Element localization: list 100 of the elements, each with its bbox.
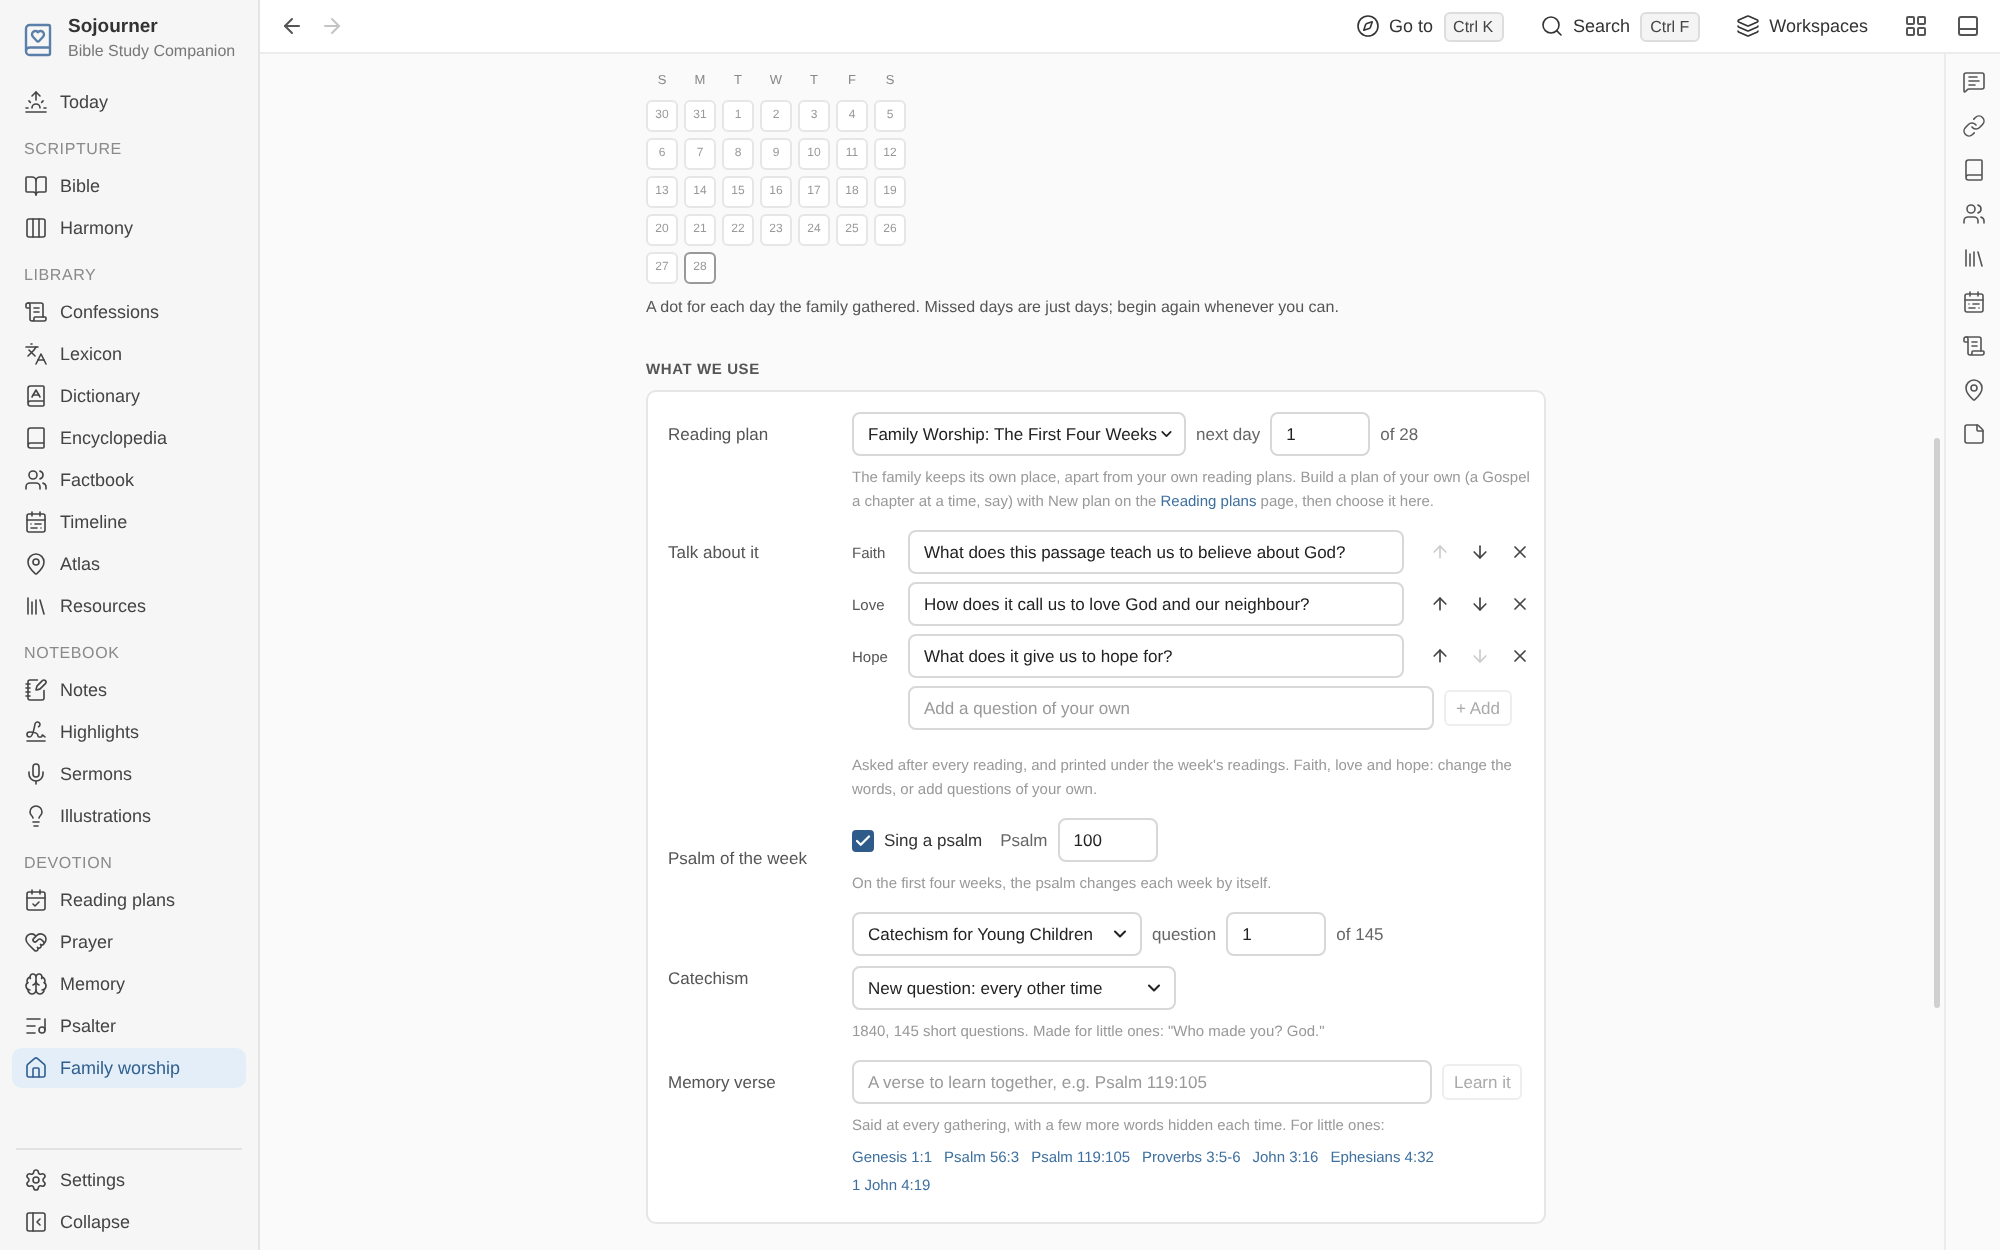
rail-button[interactable] — [1961, 70, 1985, 94]
sidebar-item[interactable]: Confessions — [12, 291, 246, 331]
field-label: question — [1152, 924, 1217, 944]
field-label: Psalm — [1000, 830, 1048, 850]
field-label: Catechism — [668, 968, 751, 988]
rail-button[interactable] — [1961, 334, 1985, 358]
brain-icon — [24, 971, 48, 995]
psalm-input[interactable]: 100 — [1057, 818, 1158, 862]
question-input[interactable]: What does this passage teach us to believe about God? — [908, 530, 1404, 574]
search-icon — [1539, 14, 1564, 38]
arrow-down-icon — [1469, 542, 1489, 562]
arrow-left-icon — [280, 14, 304, 38]
field-label: of 145 — [1336, 924, 1384, 944]
question-number-input[interactable]: 1 — [1226, 912, 1327, 956]
calendar-note: A dot for each day the family gathered. Missed days are just days; begin again whenever you can. — [646, 298, 1341, 316]
calendar-check-icon — [24, 887, 48, 911]
lightbulb-icon — [24, 803, 48, 827]
section-heading: NOTEBOOK — [22, 642, 122, 666]
question-input[interactable]: How does it call us to love God and our neighbour? — [908, 582, 1404, 626]
house-icon — [24, 1055, 48, 1079]
day-input[interactable]: 1 — [1270, 412, 1371, 456]
panel-button[interactable] — [1952, 10, 1984, 42]
new-question-input[interactable]: Add a question of your own — [908, 686, 1434, 730]
sidebar-item[interactable]: Harmony — [12, 207, 246, 247]
toolbar-button[interactable]: Go to Ctrl K — [1355, 11, 1504, 41]
section-heading: LIBRARY — [22, 264, 99, 288]
sidebar-item[interactable]: Encyclopedia — [12, 417, 246, 457]
catechism-select[interactable]: Catechism for Young Children — [852, 912, 1142, 956]
scroll-icon — [1961, 334, 1985, 358]
scrollbar[interactable] — [1934, 438, 1940, 1008]
sidebar-item[interactable]: Sermons — [12, 753, 246, 793]
sidebar-item[interactable]: Lexicon — [12, 333, 246, 373]
sidebar-item[interactable]: Atlas — [12, 543, 246, 583]
arrow-up-icon — [1429, 646, 1449, 666]
sidebar-item[interactable]: Settings — [12, 1159, 246, 1199]
field-label: of 28 — [1380, 424, 1419, 444]
people-icon — [1961, 202, 1985, 226]
grid-button[interactable] — [1900, 10, 1932, 42]
pen-icon — [24, 719, 48, 743]
question-input[interactable]: What does it give us to hope for? — [908, 634, 1404, 678]
close-icon — [1509, 594, 1529, 614]
sidebar-item[interactable]: Family worship — [12, 1047, 246, 1087]
sidebar-item[interactable]: Notes — [12, 669, 246, 709]
calendar-icon — [24, 509, 48, 533]
checkbox-label: Sing a psalm — [884, 830, 983, 850]
book-icon — [1961, 158, 1985, 182]
verse-input[interactable]: A verse to learn together, e.g. Psalm 119:105 — [852, 1060, 1432, 1104]
library-icon — [1961, 246, 1985, 270]
arrow-up-icon — [1429, 542, 1449, 562]
frequency-select[interactable]: New question: every other time — [852, 966, 1176, 1010]
rail-button[interactable] — [1961, 246, 1985, 270]
calendar-icon — [1961, 290, 1985, 314]
sidebar-item[interactable]: Psalter — [12, 1005, 246, 1045]
section-heading: DEVOTION — [22, 852, 115, 876]
plan-select[interactable]: Family Worship: The First Four Weeks — [852, 412, 1186, 456]
toolbar-button[interactable]: Search Ctrl F — [1539, 11, 1700, 41]
check-icon — [854, 831, 872, 849]
columns-icon — [24, 215, 48, 239]
rail-button[interactable] — [1961, 290, 1985, 314]
rail-button[interactable] — [1961, 114, 1985, 138]
sunrise-icon — [24, 89, 48, 113]
microphone-icon — [24, 761, 48, 785]
book-icon — [24, 425, 48, 449]
arrow-down-icon — [1469, 646, 1489, 666]
link-icon — [1961, 114, 1985, 138]
rail-button[interactable] — [1961, 378, 1985, 402]
sidebar-item[interactable]: Bible — [12, 165, 246, 205]
translate-icon — [24, 341, 48, 365]
settings-icon — [24, 1167, 48, 1191]
sidebar-item[interactable]: Today — [12, 81, 246, 121]
rail-button[interactable] — [1961, 158, 1985, 182]
field-label: next day — [1196, 424, 1261, 444]
toolbar-button[interactable]: Workspaces — [1735, 14, 1868, 38]
comment-icon — [1961, 70, 1985, 94]
scroll-icon — [24, 299, 48, 323]
close-icon — [1509, 542, 1529, 562]
field-label: Psalm of the week — [668, 847, 809, 867]
psalm-checkbox[interactable] — [852, 829, 874, 851]
sidebar-item[interactable]: Prayer — [12, 921, 246, 961]
compass-icon — [1355, 14, 1380, 38]
sidebar-item[interactable]: Resources — [12, 585, 246, 625]
arrow-right-icon — [320, 14, 344, 38]
music-list-icon — [24, 1013, 48, 1037]
open-book-icon — [24, 173, 48, 197]
rail-button[interactable] — [1961, 202, 1985, 226]
sidebar-item[interactable]: Memory — [12, 963, 246, 1003]
sidebar-item[interactable]: Factbook — [12, 459, 246, 499]
sidebar-item[interactable]: Collapse — [12, 1201, 246, 1241]
logo-icon — [20, 22, 56, 58]
notebook-icon — [24, 677, 48, 701]
sidebar-item[interactable]: Reading plans — [12, 879, 246, 919]
sidebar-item[interactable]: Timeline — [12, 501, 246, 541]
field-label: Memory verse — [668, 1070, 778, 1092]
sidebar-item[interactable]: Dictionary — [12, 375, 246, 415]
sidebar-item[interactable]: Highlights — [12, 711, 246, 751]
sidebar-item[interactable]: Illustrations — [12, 795, 246, 835]
panel-icon — [24, 1209, 48, 1233]
note-icon — [1961, 422, 1985, 446]
close-icon — [1509, 646, 1529, 666]
rail-button[interactable] — [1961, 422, 1985, 446]
